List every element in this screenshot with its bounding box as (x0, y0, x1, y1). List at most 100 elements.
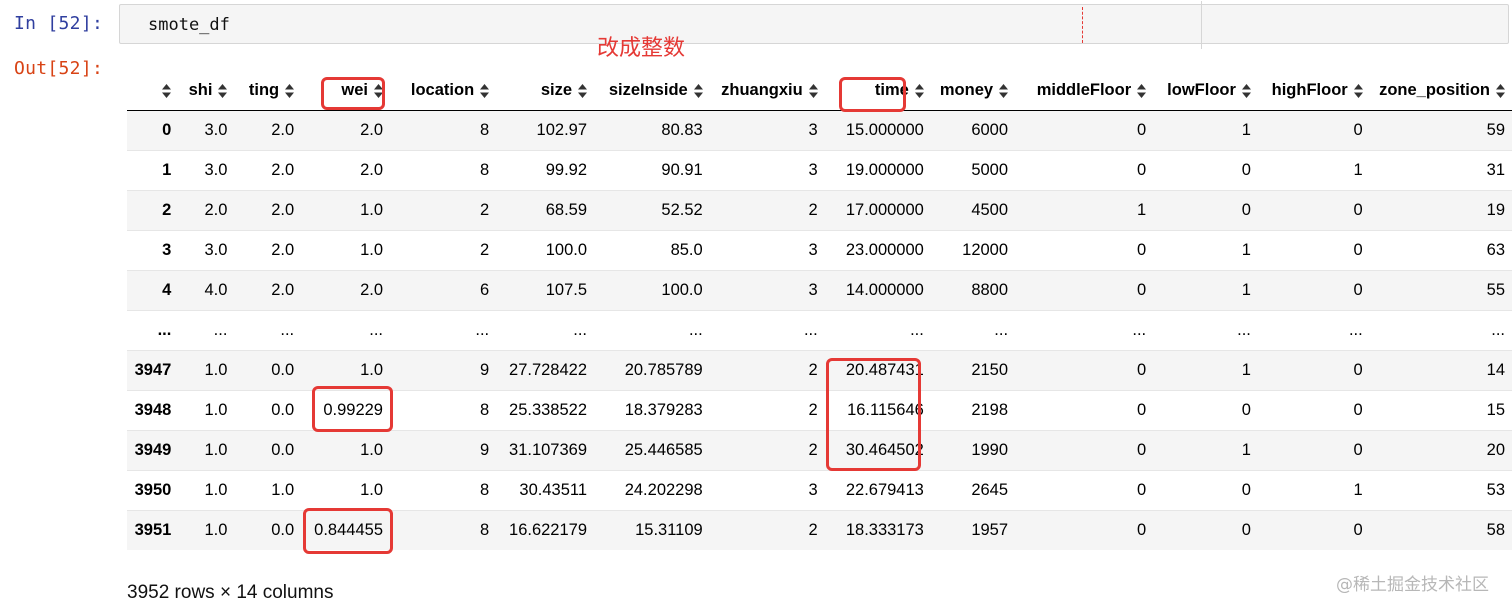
sort-icon[interactable] (1496, 83, 1505, 98)
column-header-label: size (540, 81, 573, 100)
column-header-zhuangxiu[interactable]: zhuangxiu (709, 72, 825, 111)
column-header-money[interactable]: money (930, 72, 1016, 111)
cell-zhuangxiu: 3 (709, 149, 825, 190)
sort-icon[interactable] (1241, 83, 1251, 98)
table-row: 3950 1.0 1.0 1.0 8 30.43511 24.202298 3 22.67941… (127, 469, 1512, 510)
cell-highFloor: ... (1257, 309, 1370, 350)
code-text[interactable]: smote_df (148, 15, 230, 35)
cell-zone_position: 15 (1369, 389, 1512, 430)
cell-middleFloor: 0 (1015, 349, 1154, 390)
column-header-label: sizeInside (608, 81, 688, 100)
column-header-shi[interactable]: shi (178, 72, 235, 111)
cell-zone_position: 55 (1369, 269, 1512, 310)
cell-shi: 1.0 (178, 349, 235, 390)
column-header-ting[interactable]: ting (234, 72, 302, 111)
cell-highFloor: 0 (1257, 229, 1370, 270)
column-header-label: location (410, 81, 475, 100)
table-row: 3949 1.0 0.0 1.0 9 31.107369 25.446585 2 30.4645… (127, 429, 1512, 470)
column-header-location[interactable]: location (390, 72, 497, 111)
cell-ting: 0.0 (234, 429, 302, 470)
cell-lowFloor: 1 (1153, 229, 1258, 270)
column-header-label: ting (248, 81, 280, 100)
cell-size: 27.728422 (496, 349, 595, 390)
cell-shi: 4.0 (178, 269, 235, 310)
sort-icon[interactable] (1353, 83, 1363, 98)
cell-ting: 0.0 (234, 509, 302, 550)
cell-highFloor: 0 (1257, 509, 1370, 550)
cell-money: 8800 (930, 269, 1016, 310)
sort-icon[interactable] (999, 83, 1009, 98)
cell-sizeInside: 20.785789 (594, 349, 710, 390)
sort-icon[interactable] (808, 83, 818, 98)
dataframe-output: shi ting wei location size sizeInside zhuangxi… (127, 72, 1512, 552)
cell-zhuangxiu: 3 (709, 229, 825, 270)
cell-highFloor: 0 (1257, 109, 1370, 150)
column-header-label: shi (188, 81, 213, 100)
highlight-wei-header (321, 77, 385, 110)
cell-wei: 2.0 (301, 269, 390, 310)
cell-highFloor: 0 (1257, 189, 1370, 230)
cell-sizeInside: 100.0 (594, 269, 710, 310)
cell-zone_position: 19 (1369, 189, 1512, 230)
cell-middleFloor: 0 (1015, 109, 1154, 150)
column-header-label: highFloor (1271, 81, 1348, 100)
cell-wei: 2.0 (301, 109, 390, 150)
input-prompt: In [52]: (14, 13, 104, 34)
sort-icon[interactable] (162, 83, 172, 98)
column-header-middleFloor[interactable]: middleFloor (1015, 72, 1154, 111)
cell-zone_position: 59 (1369, 109, 1512, 150)
cell-size: 31.107369 (496, 429, 595, 470)
table-row: 3 3.0 2.0 1.0 2 100.0 85.0 3 23.000000 12000 0 1 0 63 (127, 229, 1512, 270)
cell-ting: 2.0 (234, 149, 302, 190)
cell-ting: 0.0 (234, 349, 302, 390)
row-index: 4 (127, 269, 179, 310)
cell-zhuangxiu: 2 (709, 349, 825, 390)
cell-size: 16.622179 (496, 509, 595, 550)
table-row: 3947 1.0 0.0 1.0 9 27.728422 20.785789 2 20.4874… (127, 349, 1512, 390)
cell-zhuangxiu: 2 (709, 429, 825, 470)
column-header-size[interactable]: size (496, 72, 595, 111)
cell-wei: 1.0 (301, 189, 390, 230)
cell-zhuangxiu: ... (709, 309, 825, 350)
sort-icon[interactable] (578, 83, 588, 98)
row-index: 3948 (127, 389, 179, 430)
sort-icon[interactable] (693, 83, 703, 98)
sort-icon[interactable] (218, 83, 228, 98)
code-input-cell[interactable]: smote_df (119, 1, 1509, 49)
cell-middleFloor: 0 (1015, 149, 1154, 190)
cell-shi: 1.0 (178, 509, 235, 550)
column-header-sizeInside[interactable]: sizeInside (594, 72, 710, 111)
cell-highFloor: 0 (1257, 269, 1370, 310)
line-length-ruler (1082, 7, 1083, 43)
sort-icon[interactable] (914, 83, 924, 98)
row-index: 3947 (127, 349, 179, 390)
cell-zhuangxiu: 2 (709, 189, 825, 230)
cell-zhuangxiu: 3 (709, 469, 825, 510)
sort-icon[interactable] (1137, 83, 1147, 98)
cell-location: 2 (390, 189, 497, 230)
cell-money: 2150 (930, 349, 1016, 390)
column-header-label: zone_position (1379, 81, 1490, 100)
sort-icon[interactable] (285, 83, 295, 98)
row-count-summary: 3952 rows × 14 columns (127, 582, 334, 603)
table-row: 2 2.0 2.0 1.0 2 68.59 52.52 2 17.000000 4500 1 0 0 19 (127, 189, 1512, 230)
cell-location: 9 (390, 429, 497, 470)
cell-highFloor: 1 (1257, 149, 1370, 190)
cell-zhuangxiu: 3 (709, 109, 825, 150)
column-header-highFloor[interactable]: highFloor (1257, 72, 1370, 111)
cell-time: 22.679413 (824, 469, 931, 510)
cell-sizeInside: 25.446585 (594, 429, 710, 470)
cell-money: 6000 (930, 109, 1016, 150)
cell-lowFloor: 0 (1153, 469, 1258, 510)
column-header-lowFloor[interactable]: lowFloor (1153, 72, 1258, 111)
cell-location: 8 (390, 389, 497, 430)
column-header-zone_position[interactable]: zone_position (1369, 72, 1512, 111)
column-header-label: money (939, 81, 994, 100)
index-header[interactable] (127, 72, 179, 111)
cell-zhuangxiu: 2 (709, 509, 825, 550)
highlight-time-header (839, 77, 906, 112)
cell-money: 5000 (930, 149, 1016, 190)
column-header-label: lowFloor (1167, 81, 1236, 100)
sort-icon[interactable] (480, 83, 490, 98)
cell-size: 102.97 (496, 109, 595, 150)
